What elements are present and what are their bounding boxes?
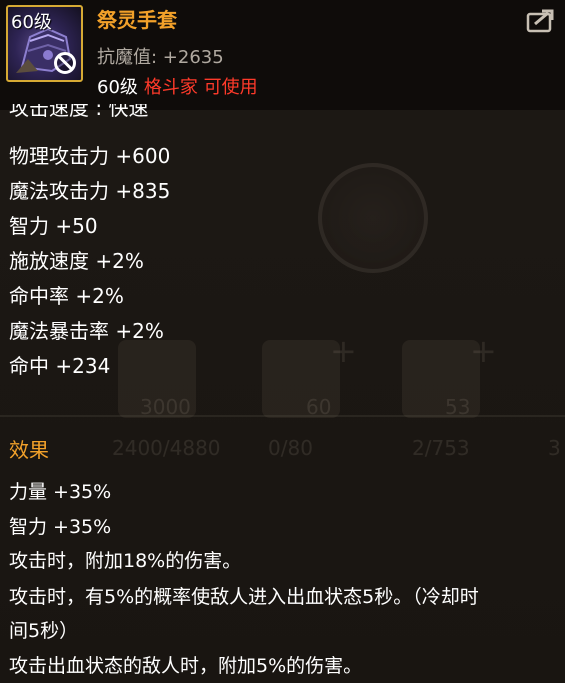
background-slot-value: 53 bbox=[445, 395, 471, 419]
effects-title: 效果 bbox=[9, 438, 49, 462]
effect-line: 攻击出血状态的敌人时，附加5%的伤害。 bbox=[9, 655, 363, 677]
effect-line: 力量 +35% bbox=[9, 481, 112, 503]
effect-line: 攻击时，附加18%的伤害。 bbox=[9, 550, 242, 572]
background-plus-icon: + bbox=[330, 332, 357, 370]
item-name: 祭灵手套 bbox=[97, 8, 177, 32]
resist-value: 抗魔值: +2635 bbox=[97, 47, 224, 68]
item-tooltip: + + 3000 60 53 2400/4880 0/80 2/753 3 60… bbox=[0, 0, 565, 683]
background-plus-icon: + bbox=[470, 332, 497, 370]
required-level: 60级 bbox=[97, 77, 138, 98]
stat-line: 物理攻击力 +600 bbox=[9, 144, 171, 168]
stat-line: 智力 +50 bbox=[9, 214, 98, 238]
background-slot-value: 3000 bbox=[140, 395, 191, 419]
share-export-icon[interactable] bbox=[526, 8, 556, 34]
item-icon-level: 60级 bbox=[11, 12, 52, 33]
background-slot-value: 60 bbox=[306, 395, 332, 419]
tooltip-header: 60级 祭灵手套 抗魔值: +2635 60级 格斗家 可使用 bbox=[0, 0, 565, 110]
background-row-value: 0/80 bbox=[268, 436, 313, 460]
stat-line: 施放速度 +2% bbox=[9, 249, 144, 273]
stat-line-partial: 攻击速度 : 快速 bbox=[9, 104, 149, 120]
background-row-value: 3 bbox=[548, 436, 561, 460]
effect-line: 智力 +35% bbox=[9, 516, 112, 538]
background-row-value: 2/753 bbox=[412, 436, 470, 460]
stat-line: 命中 +234 bbox=[9, 354, 111, 378]
item-icon: 60级 bbox=[6, 5, 83, 82]
background-row-value: 2400/4880 bbox=[112, 436, 221, 460]
stat-line: 命中率 +2% bbox=[9, 284, 124, 308]
stat-line: 魔法暴击率 +2% bbox=[9, 319, 164, 343]
not-allowed-icon bbox=[54, 52, 76, 74]
required-class: 格斗家 可使用 bbox=[143, 77, 258, 98]
background-emblem bbox=[318, 163, 428, 273]
stat-line: 魔法攻击力 +835 bbox=[9, 179, 171, 203]
effect-line: 间5秒） bbox=[9, 620, 79, 642]
usage-requirement: 60级 格斗家 可使用 bbox=[97, 73, 258, 99]
effect-line: 攻击时，有5%的概率使敌人进入出血状态5秒。（冷却时 bbox=[9, 586, 479, 608]
